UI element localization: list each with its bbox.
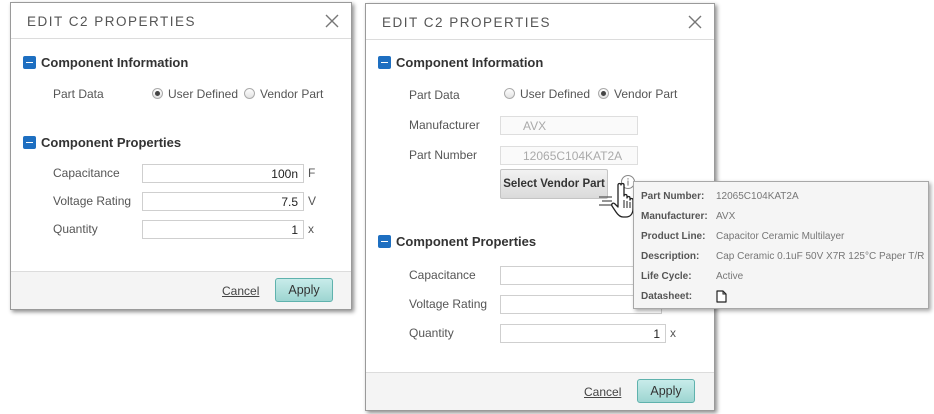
- tooltip-key: Life Cycle:: [641, 271, 692, 282]
- voltage-rating-unit: V: [308, 194, 317, 208]
- quantity-input[interactable]: 1: [142, 220, 304, 239]
- part-data-label: Part Data: [409, 88, 460, 102]
- cancel-button[interactable]: Cancel: [222, 284, 259, 298]
- quantity-unit: x: [670, 326, 676, 340]
- radio-user-defined[interactable]: [152, 88, 163, 99]
- capacitance-input[interactable]: 100n: [142, 164, 304, 183]
- section-heading: Component Information: [396, 55, 544, 70]
- document-icon[interactable]: [716, 290, 727, 303]
- apply-button[interactable]: Apply: [275, 278, 333, 302]
- dialog-title: EDIT C2 PROPERTIES: [382, 15, 552, 30]
- tooltip-value: Cap Ceramic 0.1uF 50V X7R 125°C Paper T/…: [716, 251, 925, 262]
- radio-vendor-part[interactable]: [244, 88, 255, 99]
- capacitance-label: Capacitance: [53, 166, 120, 180]
- manufacturer-field: AVX: [500, 116, 638, 135]
- dialog-footer: Cancel Apply: [366, 372, 714, 410]
- tooltip-key: Manufacturer:: [641, 211, 708, 222]
- tooltip-value: Capacitor Ceramic Multilayer: [716, 231, 845, 242]
- tooltip-key: Description:: [641, 251, 700, 262]
- part-data-radio-group: User Defined Vendor Part: [504, 87, 694, 103]
- voltage-rating-input[interactable]: 7.5: [142, 192, 304, 211]
- voltage-rating-label: Voltage Rating: [53, 194, 132, 208]
- part-data-label: Part Data: [53, 87, 104, 101]
- tooltip-key: Part Number:: [641, 191, 705, 202]
- radio-vendor-part-label[interactable]: Vendor Part: [614, 87, 677, 101]
- tooltip-key: Datasheet:: [641, 291, 693, 302]
- collapse-toggle-icon[interactable]: [378, 235, 391, 248]
- vendor-part-tooltip: Part Number: 12065C104KAT2A Manufacturer…: [633, 181, 929, 309]
- radio-user-defined-label[interactable]: User Defined: [168, 87, 238, 101]
- section-heading: Component Properties: [396, 234, 537, 249]
- capacitance-unit: F: [308, 166, 316, 180]
- tooltip-value: 12065C104KAT2A: [716, 191, 799, 202]
- manufacturer-label: Manufacturer: [409, 118, 480, 132]
- radio-user-defined-label[interactable]: User Defined: [520, 87, 590, 101]
- dialog-title-bar: EDIT C2 PROPERTIES: [11, 3, 351, 39]
- quantity-unit: x: [308, 222, 314, 236]
- quantity-label: Quantity: [53, 222, 98, 236]
- tooltip-key: Product Line:: [641, 231, 706, 242]
- dialog-footer: Cancel Apply: [11, 271, 351, 309]
- cancel-button[interactable]: Cancel: [584, 385, 621, 399]
- dialog-title: EDIT C2 PROPERTIES: [27, 14, 197, 29]
- collapse-toggle-icon[interactable]: [23, 56, 36, 69]
- part-number-label: Part Number: [409, 148, 478, 162]
- radio-user-defined[interactable]: [504, 88, 515, 99]
- select-vendor-part-button[interactable]: Select Vendor Part: [500, 169, 608, 199]
- section-heading: Component Properties: [41, 135, 182, 150]
- close-icon[interactable]: [323, 12, 341, 30]
- collapse-toggle-icon[interactable]: [378, 56, 391, 69]
- dialog-title-bar: EDIT C2 PROPERTIES: [366, 4, 714, 40]
- apply-button[interactable]: Apply: [637, 379, 695, 403]
- section-heading: Component Information: [41, 55, 189, 70]
- radio-vendor-part[interactable]: [598, 88, 609, 99]
- voltage-rating-label: Voltage Rating: [409, 297, 488, 311]
- edit-properties-dialog-user-defined: EDIT C2 PROPERTIES Component Information…: [10, 2, 352, 310]
- part-number-field: 12065C104KAT2A: [500, 146, 638, 165]
- tooltip-value: Active: [716, 271, 744, 282]
- part-data-radio-group: User Defined Vendor Part: [152, 87, 332, 103]
- quantity-label: Quantity: [409, 326, 454, 340]
- tooltip-value: AVX: [716, 211, 736, 222]
- collapse-toggle-icon[interactable]: [23, 136, 36, 149]
- capacitance-label: Capacitance: [409, 268, 476, 282]
- quantity-input[interactable]: 1: [500, 324, 666, 343]
- radio-vendor-part-label[interactable]: Vendor Part: [260, 87, 323, 101]
- close-icon[interactable]: [686, 13, 704, 31]
